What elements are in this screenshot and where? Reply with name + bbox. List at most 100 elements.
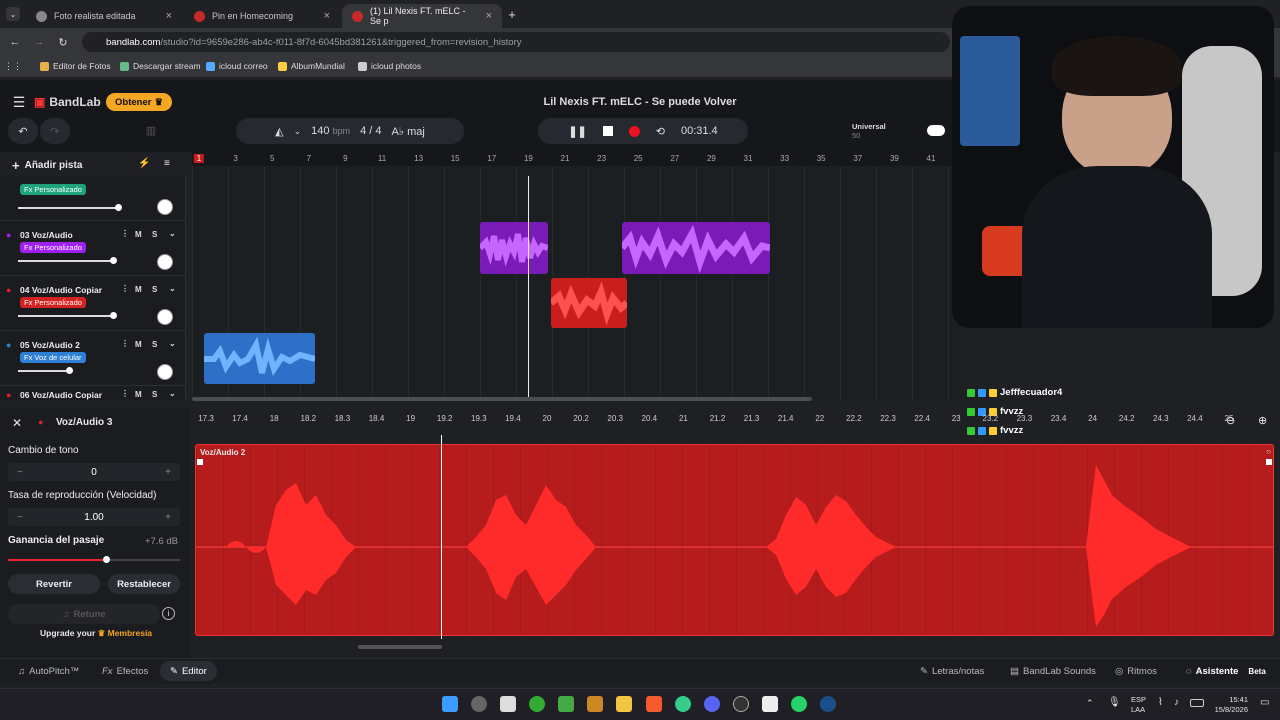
volume-slider[interactable] (18, 204, 122, 211)
tray-overflow-icon[interactable]: ⌃ (1086, 698, 1094, 709)
editor-scrollbar[interactable] (358, 645, 442, 649)
project-title[interactable]: Lil Nexis FT. mELC - Se puede Volver (500, 94, 780, 110)
close-tab-icon[interactable]: × (324, 10, 330, 22)
obtener-button[interactable]: Obtener ♛ (106, 93, 172, 111)
timeline-ruler[interactable]: 1 3 5 7 9 11 13 15 17 19 21 23 25 27 29 31 33 35 37 39 41 (192, 152, 960, 166)
chevron-down-icon[interactable]: ⌄ (169, 229, 176, 238)
time-signature[interactable]: 4 / 4 (360, 125, 381, 137)
wifi-icon[interactable]: ⌇ (1158, 697, 1163, 708)
pause-icon[interactable]: ❚❚ (568, 125, 586, 138)
record-icon[interactable] (628, 125, 640, 137)
browser-tab-active[interactable]: (1) Lil Nexis FT. mELC - Se p × (342, 4, 502, 28)
apps-grid-icon[interactable]: ⋮⋮ (4, 61, 22, 71)
track-header[interactable]: ● 05 Voz/Audio 2 ⋮ M S ⌄ Fx Voz de celul… (0, 331, 186, 386)
add-track-button[interactable]: + Añadir pista (12, 158, 82, 173)
track-name[interactable]: 03 Voz/Audio (20, 230, 73, 240)
bookmark-item[interactable]: Descargar stream (120, 61, 201, 71)
key-selector[interactable]: A♭ maj (392, 125, 425, 138)
minus-icon[interactable]: − (17, 512, 23, 523)
loop-icon[interactable]: ⟲ (656, 125, 665, 138)
forward-icon[interactable]: → (32, 35, 46, 49)
close-tab-icon[interactable]: × (166, 10, 172, 22)
chevron-down-icon[interactable]: ⌄ (169, 389, 176, 398)
reload-icon[interactable]: ↻ (56, 35, 70, 49)
beats-tab[interactable]: ◎ Ritmos (1115, 666, 1157, 677)
plus-icon[interactable]: + (165, 512, 171, 523)
minus-icon[interactable]: − (17, 467, 23, 478)
game-icon[interactable] (587, 696, 603, 712)
audio-clip[interactable] (622, 222, 770, 274)
audio-clip[interactable] (204, 333, 315, 384)
fx-badge[interactable]: Fx Voz de celular (20, 352, 86, 363)
url-input[interactable]: bandlab.com/studio?id=9659e286-ab4c-f011… (82, 32, 950, 52)
waveform-editor[interactable]: Voz/Audio 2 ○ (195, 435, 1274, 639)
browser-tab[interactable]: Pin en Homecoming × (184, 4, 340, 28)
more-icon[interactable]: ⋮ (121, 229, 129, 238)
track-name[interactable]: 05 Voz/Audio 2 (20, 340, 80, 350)
undo-button[interactable]: ↶ (8, 118, 38, 144)
retune-button[interactable]: ♫ Retune (8, 604, 160, 624)
volume-handle[interactable] (110, 312, 117, 319)
mixer-icon[interactable]: ▥ (141, 120, 161, 140)
playhead[interactable] (528, 176, 529, 400)
language-indicator[interactable]: ESP LAA (1131, 695, 1146, 715)
track-header[interactable]: ● 04 Voz/Audio Copiar ⋮ M S ⌄ Fx Persona… (0, 276, 186, 331)
sounds-tab[interactable]: ▤ BandLab Sounds (1010, 666, 1096, 677)
pan-knob[interactable] (157, 254, 173, 270)
more-icon[interactable]: ⋮ (121, 339, 129, 348)
assistant-tab[interactable]: ◌ Asistente Beta (1186, 666, 1266, 677)
editor-playhead[interactable] (441, 435, 442, 639)
bookmark-item[interactable]: Editor de Fotos (40, 61, 111, 71)
zoom-out-icon[interactable]: ⊖ (1226, 414, 1235, 427)
track-header[interactable]: ● 06 Voz/Audio Copiar ⋮ M S ⌄ (0, 386, 186, 400)
volume-handle[interactable] (66, 367, 73, 374)
chevron-down-icon[interactable]: ⌄ (294, 126, 302, 137)
volume-slider[interactable] (18, 312, 117, 319)
solo-button[interactable]: S (152, 285, 157, 294)
close-tab-icon[interactable]: × (486, 10, 492, 22)
info-icon[interactable]: i (162, 607, 175, 620)
gain-slider[interactable] (8, 556, 180, 563)
effects-tab[interactable]: Fx Efectos (102, 666, 148, 677)
xbox-icon[interactable] (529, 696, 545, 712)
preset-selector[interactable]: Universal 50 (852, 120, 912, 142)
stop-icon[interactable] (602, 126, 613, 136)
tab-search-icon[interactable]: ⌄ (6, 7, 20, 21)
audio-clip[interactable] (480, 222, 548, 274)
mute-button[interactable]: M (135, 340, 142, 349)
track-header[interactable]: ● 03 Voz/Audio ⋮ M S ⌄ Fx Personalizado (0, 221, 186, 276)
editor-tab[interactable]: ✎ Editor (160, 661, 217, 681)
discord-icon[interactable] (704, 696, 720, 712)
zoom-in-icon[interactable]: ⊕ (1258, 414, 1267, 427)
minecraft-icon[interactable] (558, 696, 574, 712)
widgets-icon[interactable] (471, 696, 487, 712)
mute-button[interactable]: M (135, 390, 142, 399)
volume-handle[interactable] (115, 204, 122, 211)
fx-badge[interactable]: Fx Personalizado (20, 297, 86, 308)
reset-button[interactable]: Restablecer (108, 574, 180, 594)
fx-badge[interactable]: Fx Personalizado (20, 184, 86, 195)
solo-button[interactable]: S (152, 390, 157, 399)
solo-button[interactable]: S (152, 340, 157, 349)
track-name[interactable]: 04 Voz/Audio Copiar (20, 285, 102, 295)
browser-tab[interactable]: Foto realista editada × (26, 4, 182, 28)
steam-icon[interactable] (820, 696, 836, 712)
upgrade-link[interactable]: ♛ Membresía (98, 628, 152, 638)
pan-knob[interactable] (157, 309, 173, 325)
obs-icon[interactable] (733, 696, 749, 712)
rate-stepper[interactable]: − 1.00 + (8, 508, 180, 526)
store-icon[interactable] (500, 696, 516, 712)
track-header[interactable]: Fx Personalizado (0, 176, 186, 221)
pan-knob[interactable] (157, 199, 173, 215)
back-icon[interactable]: ← (8, 35, 22, 49)
chevron-down-icon[interactable]: ⌄ (169, 339, 176, 348)
metronome-icon[interactable]: ◭ (275, 125, 283, 138)
windows-start-icon[interactable] (442, 696, 458, 712)
bpm-field[interactable]: 140 bpm (311, 125, 350, 137)
track-name[interactable]: 06 Voz/Audio Copiar (20, 390, 102, 400)
preset-toggle[interactable] (927, 125, 945, 136)
editor-ruler[interactable]: 17.3 17.4 18 18.2 18.3 18.4 19 19.2 19.3 19.4 20 20… (192, 408, 1272, 430)
close-editor-icon[interactable]: ✕ (12, 416, 22, 430)
mute-button[interactable]: M (135, 230, 142, 239)
mute-button[interactable]: M (135, 285, 142, 294)
